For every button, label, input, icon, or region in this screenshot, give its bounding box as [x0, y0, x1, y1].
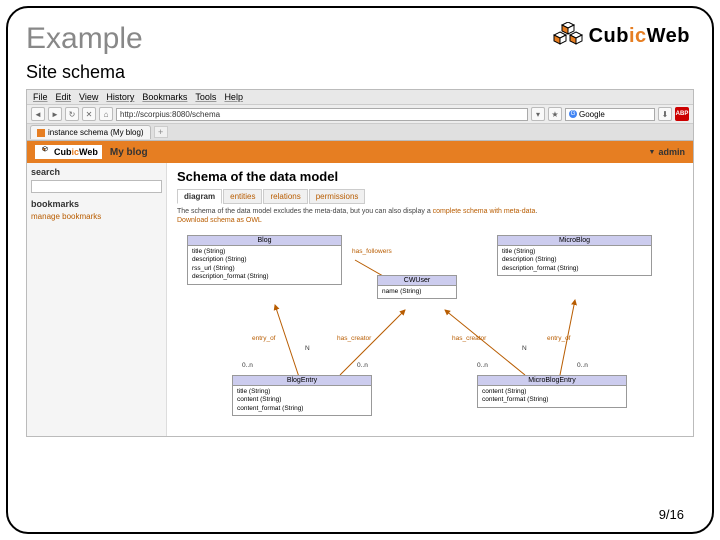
stop-button[interactable]: ✕ [82, 107, 96, 121]
slide-subtitle: Site schema [26, 62, 694, 83]
search-placeholder: Google [579, 110, 605, 119]
app-brand: CubicWeb [54, 147, 98, 157]
schema-note: The schema of the data model excludes th… [177, 208, 683, 215]
tab-title: instance schema (My blog) [48, 128, 144, 137]
full-schema-link[interactable]: complete schema with meta-data [433, 208, 536, 215]
cubicweb-logo: CubicWeb [553, 22, 690, 50]
url-bar[interactable]: http://scorpius:8080/schema [116, 108, 528, 121]
logo-text: CubicWeb [589, 25, 690, 48]
rel-has-creator-right: has_creator [452, 335, 486, 342]
slide-frame: Example CubicWeb Site schema File Edit V… [6, 6, 714, 534]
entity-microblogentry: MicroBlogEntry content (String) content_… [477, 375, 627, 408]
star-icon[interactable]: ★ [548, 107, 562, 121]
rel-has-creator-left: has_creator [337, 335, 371, 342]
home-button[interactable]: ⌂ [99, 107, 113, 121]
browser-tab[interactable]: instance schema (My blog) [30, 125, 151, 139]
menu-view[interactable]: View [79, 92, 98, 102]
app-logo[interactable]: CubicWeb [35, 145, 102, 159]
entity-microblog: MicroBlog title (String) description (St… [497, 235, 652, 276]
manage-bookmarks-link[interactable]: manage bookmarks [31, 212, 162, 221]
menu-tools[interactable]: Tools [195, 92, 216, 102]
cubes-icon [553, 22, 583, 50]
tab-permissions[interactable]: permissions [309, 189, 366, 204]
main-content: Schema of the data model diagram entitie… [167, 163, 693, 436]
menu-help[interactable]: Help [224, 92, 243, 102]
app-body: search bookmarks manage bookmarks Schema… [27, 163, 693, 436]
forward-button[interactable]: ► [48, 107, 62, 121]
browser-toolbar: ◄ ► ↻ ✕ ⌂ http://scorpius:8080/schema ▾ … [27, 105, 693, 124]
menu-edit[interactable]: Edit [56, 92, 72, 102]
menu-bookmarks[interactable]: Bookmarks [142, 92, 187, 102]
rel-entry-of-left: entry_of [252, 335, 276, 342]
tab-diagram[interactable]: diagram [177, 189, 222, 204]
sidebar: search bookmarks manage bookmarks [27, 163, 167, 436]
browser-window: File Edit View History Bookmarks Tools H… [26, 89, 694, 437]
adblock-icon[interactable]: ABP [675, 107, 689, 121]
favicon-icon [37, 129, 45, 137]
admin-menu[interactable]: admin [649, 147, 685, 157]
back-button[interactable]: ◄ [31, 107, 45, 121]
search-label: search [31, 167, 162, 177]
addon-icon[interactable]: ⬇ [658, 107, 672, 121]
page-heading: Schema of the data model [177, 169, 683, 184]
google-icon: G [569, 110, 577, 118]
cubes-icon [39, 146, 51, 158]
tab-relations[interactable]: relations [263, 189, 307, 204]
browser-search[interactable]: G Google [565, 108, 655, 121]
rel-entry-of-right: entry_of [547, 335, 571, 342]
blog-title: My blog [110, 147, 148, 158]
rel-has-followers: has_followers [352, 248, 392, 255]
new-tab-button[interactable]: + [154, 126, 168, 138]
entity-blog: Blog title (String) description (String)… [187, 235, 342, 285]
search-input[interactable] [31, 180, 162, 193]
entity-cwuser: CWUser name (String) [377, 275, 457, 299]
feed-icon[interactable]: ▾ [531, 107, 545, 121]
browser-menubar: File Edit View History Bookmarks Tools H… [27, 90, 693, 105]
menu-history[interactable]: History [106, 92, 134, 102]
schema-diagram: Blog title (String) description (String)… [177, 230, 683, 430]
bookmarks-label: bookmarks [31, 199, 162, 209]
tab-entities[interactable]: entities [223, 189, 262, 204]
menu-file[interactable]: File [33, 92, 48, 102]
schema-tabs: diagram entities relations permissions [177, 189, 683, 204]
app-header: CubicWeb My blog admin [27, 141, 693, 163]
reload-button[interactable]: ↻ [65, 107, 79, 121]
download-owl-link[interactable]: Download schema as OWL [177, 217, 683, 224]
tab-strip: instance schema (My blog) + [27, 124, 693, 141]
entity-blogentry: BlogEntry title (String) content (String… [232, 375, 372, 416]
page-number: 9/16 [659, 507, 684, 522]
